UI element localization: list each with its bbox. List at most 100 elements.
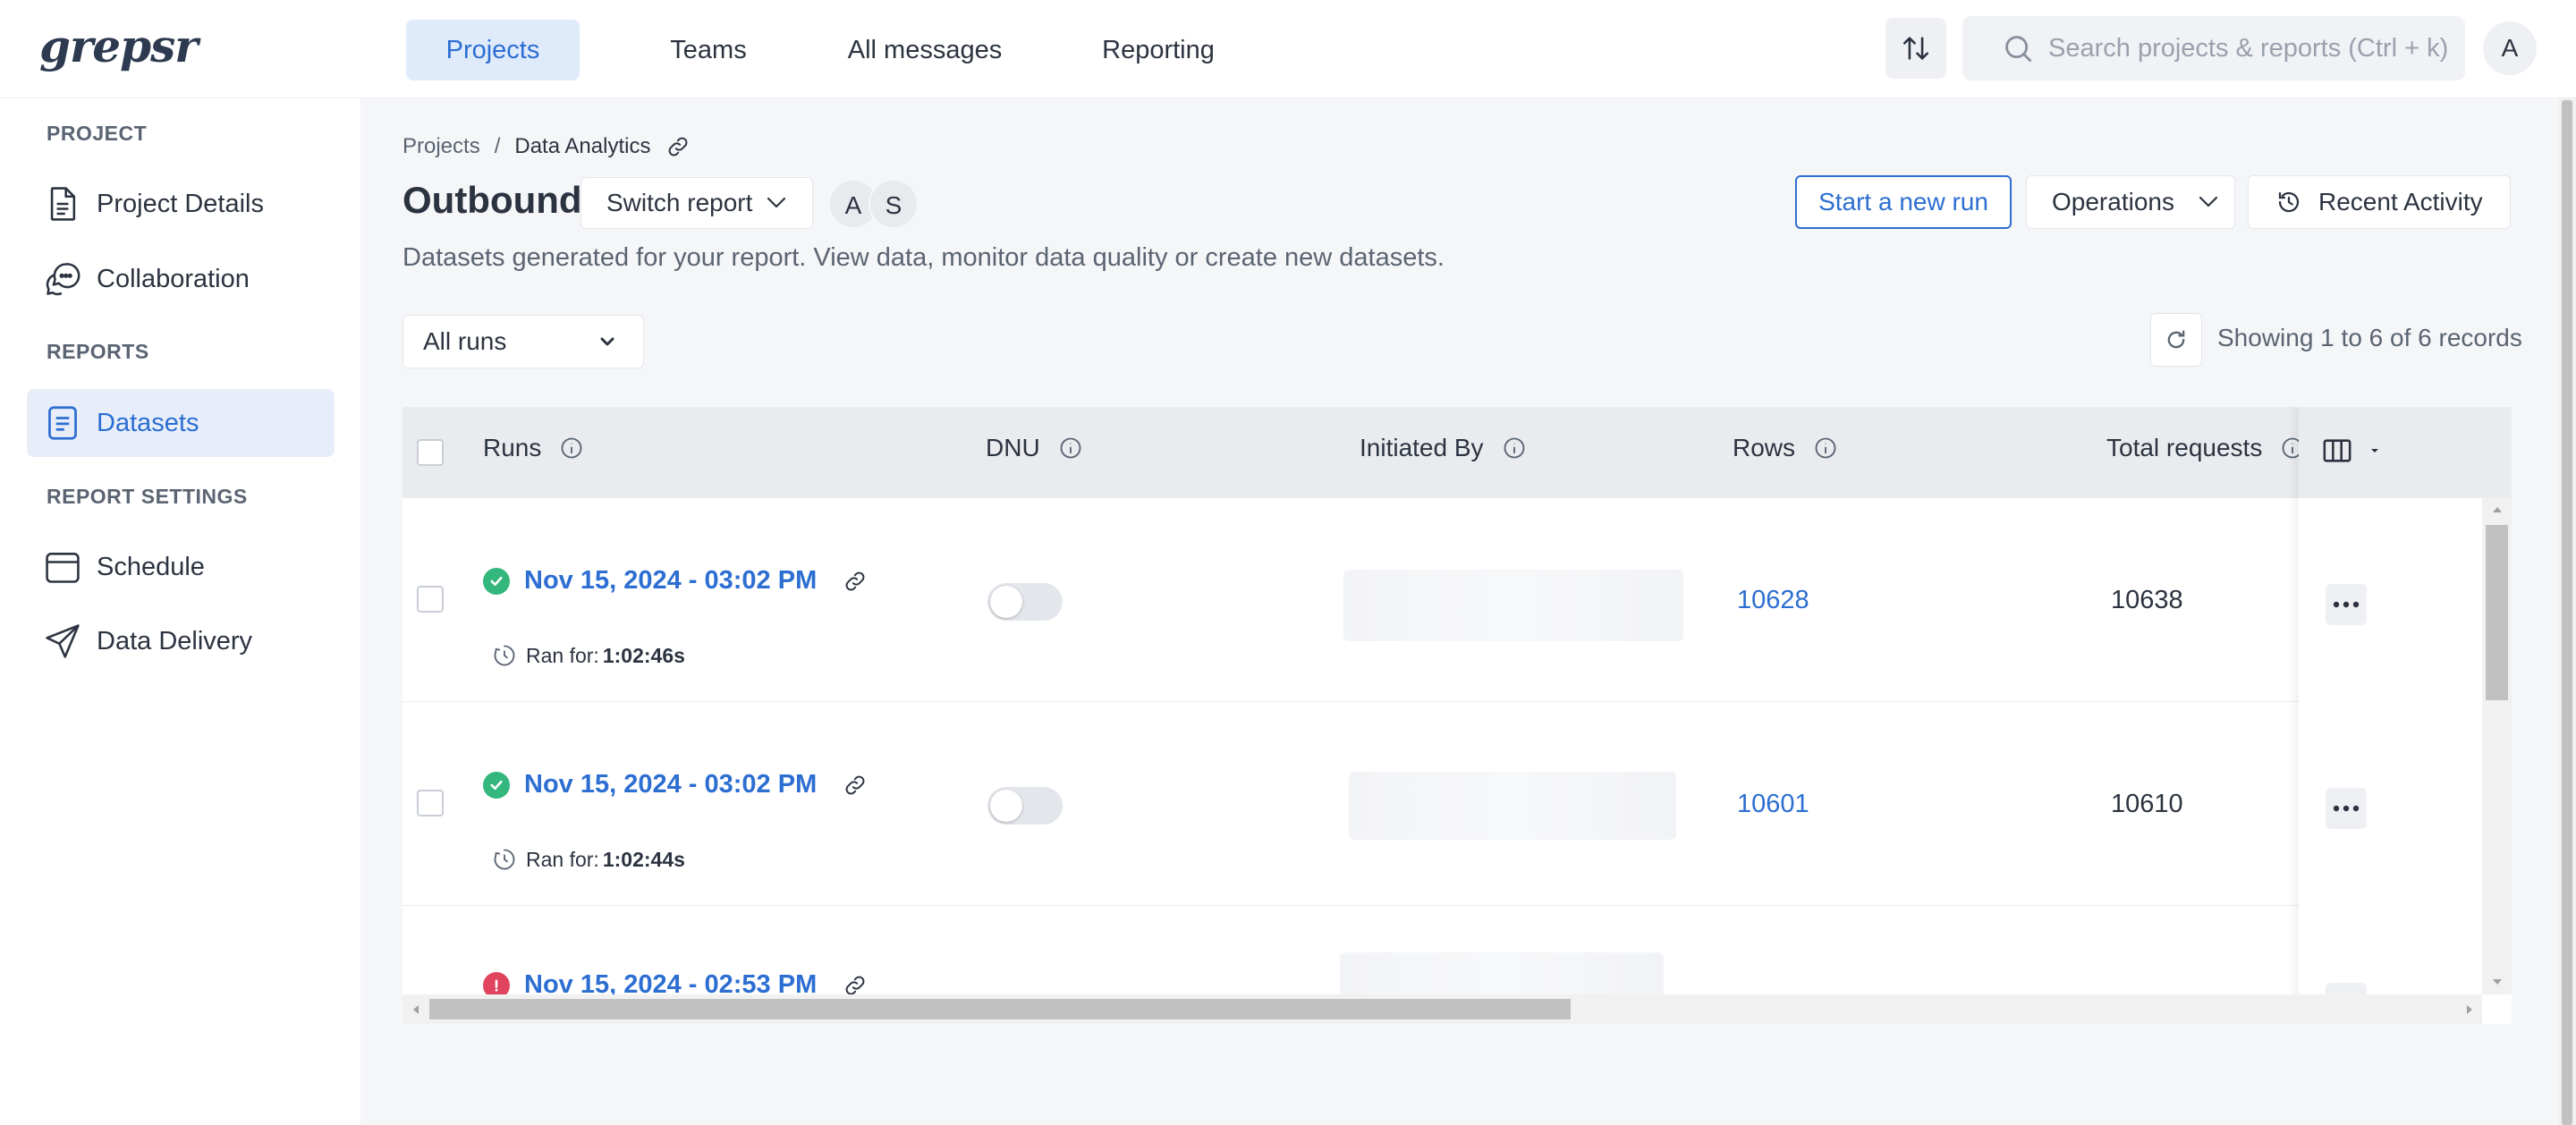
- rows-count-link[interactable]: 10628: [1737, 586, 1809, 615]
- success-check-icon: [483, 771, 510, 799]
- column-header-total-requests[interactable]: Total requests: [2106, 434, 2305, 462]
- grepsr-logo[interactable]: grepsr: [39, 20, 199, 72]
- column-header-rows[interactable]: Rows: [1733, 434, 1838, 462]
- table-vertical-scrollbar[interactable]: [2482, 498, 2512, 994]
- scrollbar-thumb[interactable]: [2562, 100, 2572, 1125]
- chevron-down-icon: [2199, 196, 2218, 207]
- column-header-dnu[interactable]: DNU: [986, 434, 1083, 462]
- calendar-icon: [41, 546, 84, 588]
- total-requests-value: 10638: [2111, 586, 2183, 614]
- scrollbar-thumb[interactable]: [2486, 525, 2508, 700]
- ellipsis-icon: [2333, 805, 2360, 812]
- recent-activity-button[interactable]: Recent Activity: [2248, 175, 2511, 229]
- search-icon: [2005, 36, 2032, 63]
- sidebar-item-collaboration[interactable]: Collaboration: [27, 245, 335, 313]
- table-header: Runs DNU Initiated By Rows Total request…: [402, 407, 2512, 498]
- info-icon[interactable]: [1813, 436, 1838, 461]
- row-more-actions-button[interactable]: [2326, 983, 2367, 994]
- run-duration: Ran for: 1:02:46s: [492, 643, 685, 668]
- link-icon[interactable]: [843, 570, 867, 593]
- info-icon[interactable]: [1502, 436, 1527, 461]
- arrows-up-down-icon: [1902, 37, 1929, 60]
- recent-activity-label: Recent Activity: [2318, 188, 2483, 216]
- column-label: Runs: [483, 434, 542, 461]
- link-icon[interactable]: [843, 974, 867, 997]
- operations-label: Operations: [2052, 188, 2174, 216]
- info-icon[interactable]: [559, 436, 584, 461]
- sidebar-item-datasets[interactable]: Datasets: [27, 389, 335, 457]
- row-more-actions-button[interactable]: [2326, 584, 2367, 625]
- link-icon[interactable]: [666, 135, 690, 158]
- column-header-initiated-by[interactable]: Initiated By: [1360, 434, 1527, 462]
- row-checkbox[interactable]: [417, 790, 444, 816]
- table-horizontal-scrollbar[interactable]: [402, 994, 2482, 1024]
- chevron-down-icon: [600, 337, 614, 346]
- row-more-actions-button[interactable]: [2326, 788, 2367, 829]
- scrollbar-thumb[interactable]: [429, 999, 1571, 1019]
- total-requests-value: 10610: [2111, 790, 2183, 818]
- nav-all-messages[interactable]: All messages: [826, 20, 1023, 80]
- dnu-toggle[interactable]: [987, 583, 1063, 621]
- page-description: Datasets generated for your report. View…: [402, 243, 1445, 272]
- run-date-link[interactable]: Nov 15, 2024 - 03:02 PM: [524, 770, 817, 799]
- initiated-by-redacted: [1349, 772, 1676, 840]
- link-icon[interactable]: [843, 774, 867, 797]
- run-title: Nov 15, 2024 - 03:02 PM: [483, 770, 867, 799]
- switch-report-button[interactable]: Switch report: [580, 177, 813, 229]
- nav-reporting[interactable]: Reporting: [1064, 20, 1252, 80]
- search-input[interactable]: [2048, 16, 2451, 80]
- operations-dropdown[interactable]: Operations: [2026, 175, 2235, 229]
- datasets-table: Runs DNU Initiated By Rows Total request…: [402, 407, 2512, 1024]
- info-icon[interactable]: [1058, 436, 1083, 461]
- nav-projects[interactable]: Projects: [406, 20, 580, 80]
- page-vertical-scrollbar[interactable]: [2558, 98, 2576, 1125]
- list-document-icon: [41, 402, 84, 444]
- sidebar-item-project-details[interactable]: Project Details: [27, 170, 335, 238]
- scroll-down-arrow-icon[interactable]: [2491, 977, 2504, 986]
- dnu-toggle[interactable]: [987, 787, 1063, 825]
- initiated-by-redacted: [1343, 570, 1683, 641]
- table-row[interactable]: Nov 15, 2024 - 03:02 PM Ran for: 1:02:46…: [402, 498, 2482, 702]
- column-header-runs[interactable]: Runs: [483, 434, 584, 462]
- scroll-right-arrow-icon[interactable]: [2465, 1003, 2474, 1016]
- breadcrumb-current: Data Analytics: [514, 134, 651, 158]
- run-title: Nov 15, 2024 - 03:02 PM: [483, 566, 867, 596]
- sidebar-item-schedule[interactable]: Schedule: [27, 533, 335, 601]
- global-search[interactable]: [1962, 16, 2465, 80]
- select-all-checkbox[interactable]: [417, 439, 444, 466]
- sidebar-heading-project: PROJECT: [47, 122, 148, 145]
- row-checkbox[interactable]: [417, 586, 444, 613]
- document-icon: [41, 182, 84, 225]
- runs-filter-value: All runs: [423, 327, 507, 355]
- timer-icon: [494, 849, 515, 870]
- sidebar-item-label: Collaboration: [97, 264, 250, 293]
- ran-for-value: 1:02:46s: [602, 643, 685, 667]
- table-row[interactable]: Nov 15, 2024 - 03:02 PM Ran for: 1:02:44…: [402, 702, 2482, 906]
- runs-filter-select[interactable]: All runs: [402, 315, 644, 368]
- breadcrumb-projects-link[interactable]: Projects: [402, 134, 480, 159]
- sidebar-item-label: Schedule: [97, 552, 205, 581]
- success-check-icon: [483, 567, 510, 595]
- switch-report-label: Switch report: [606, 189, 753, 216]
- nav-teams[interactable]: Teams: [626, 20, 791, 80]
- caret-down-icon[interactable]: [2368, 446, 2381, 455]
- scroll-left-arrow-icon[interactable]: [411, 1003, 420, 1016]
- scroll-up-arrow-icon[interactable]: [2491, 505, 2504, 514]
- sidebar: PROJECT Project Details Collaboration RE…: [0, 98, 361, 1125]
- sidebar-item-label: Data Delivery: [97, 626, 253, 656]
- column-label: Rows: [1733, 434, 1796, 461]
- columns-icon[interactable]: [2322, 437, 2352, 464]
- sort-toggle-button[interactable]: [1885, 18, 1946, 79]
- refresh-button[interactable]: [2150, 313, 2202, 367]
- user-avatar[interactable]: A: [2483, 21, 2537, 75]
- sidebar-item-data-delivery[interactable]: Data Delivery: [27, 607, 335, 675]
- ran-for-value: 1:02:44s: [602, 847, 685, 871]
- run-date-link[interactable]: Nov 15, 2024 - 03:02 PM: [524, 566, 817, 596]
- breadcrumb-separator: /: [494, 134, 501, 158]
- column-label: DNU: [986, 434, 1040, 461]
- ran-for-label: Ran for:: [526, 847, 599, 871]
- timer-icon: [494, 645, 515, 666]
- start-new-run-button[interactable]: Start a new run: [1795, 175, 2012, 229]
- rows-count-link[interactable]: 10601: [1737, 790, 1809, 819]
- member-avatar[interactable]: S: [869, 179, 919, 229]
